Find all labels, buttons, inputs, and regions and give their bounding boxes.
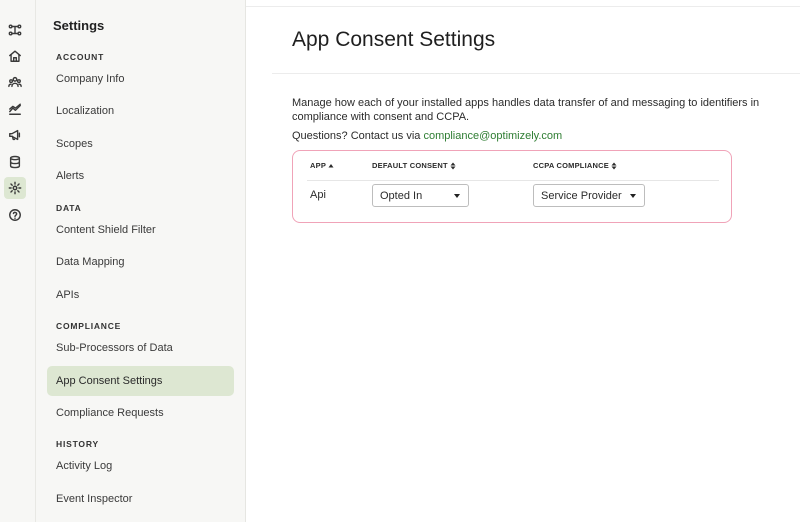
page-description: Manage how each of your installed apps h…: [292, 97, 760, 123]
header-divider: [272, 73, 800, 74]
sidebar-item-event-inspector[interactable]: Event Inspector: [47, 484, 234, 514]
caret-down-icon: [630, 194, 636, 198]
help-icon[interactable]: [4, 204, 26, 226]
sort-icon: [450, 162, 456, 169]
sidebar-item-compliance-requests[interactable]: Compliance Requests: [47, 398, 234, 428]
sort-asc-icon: [328, 163, 334, 167]
analytics-icon[interactable]: [4, 98, 26, 120]
sort-icon: [611, 162, 617, 169]
caret-down-icon: [454, 194, 460, 198]
home-icon[interactable]: [4, 45, 26, 67]
contact-email-link[interactable]: compliance@optimizely.com: [423, 130, 562, 142]
sidebar-item-app-consent-settings[interactable]: App Consent Settings: [47, 366, 234, 396]
ccpa-compliance-select[interactable]: Service Provider: [533, 184, 645, 207]
sidebar-item-alerts[interactable]: Alerts: [47, 161, 234, 191]
column-header-ccpa-compliance[interactable]: CCPA COMPLIANCE: [533, 161, 617, 170]
sidebar-item-company-info[interactable]: Company Info: [47, 64, 234, 94]
column-header-app[interactable]: APP: [310, 161, 334, 170]
section-data: DATA: [56, 203, 82, 213]
table-cell-app: Api: [310, 189, 326, 201]
megaphone-icon[interactable]: [4, 124, 26, 146]
flow-icon[interactable]: [4, 19, 26, 41]
header-row-divider: [307, 180, 719, 181]
sidebar-item-localization[interactable]: Localization: [47, 96, 234, 126]
icon-rail: [0, 0, 36, 522]
section-history: HISTORY: [56, 439, 99, 449]
settings-sidebar: Settings ACCOUNT Company Info Localizati…: [36, 0, 246, 522]
sidebar-title: Settings: [53, 18, 105, 33]
sidebar-item-sub-processors[interactable]: Sub-Processors of Data: [47, 333, 234, 363]
database-icon[interactable]: [4, 151, 26, 173]
page-title: App Consent Settings: [292, 28, 496, 51]
questions-text: Questions? Contact us via: [292, 130, 421, 142]
sidebar-item-apis[interactable]: APIs: [47, 280, 234, 310]
gear-icon[interactable]: [4, 177, 26, 199]
sidebar-item-data-mapping[interactable]: Data Mapping: [47, 247, 234, 277]
app-consent-table: APP DEFAULT CONSENT CCPA COMPLIANCE Api …: [292, 150, 732, 223]
column-header-default-consent[interactable]: DEFAULT CONSENT: [372, 161, 456, 170]
section-account: ACCOUNT: [56, 52, 105, 62]
sidebar-item-content-shield-filter[interactable]: Content Shield Filter: [47, 215, 234, 245]
default-consent-select[interactable]: Opted In: [372, 184, 469, 207]
section-compliance: COMPLIANCE: [56, 321, 122, 331]
top-divider: [246, 6, 800, 7]
sidebar-item-scopes[interactable]: Scopes: [47, 129, 234, 159]
sidebar-item-activity-log[interactable]: Activity Log: [47, 451, 234, 481]
contact-line: Questions? Contact us via compliance@opt…: [292, 130, 562, 142]
users-icon[interactable]: [4, 71, 26, 93]
